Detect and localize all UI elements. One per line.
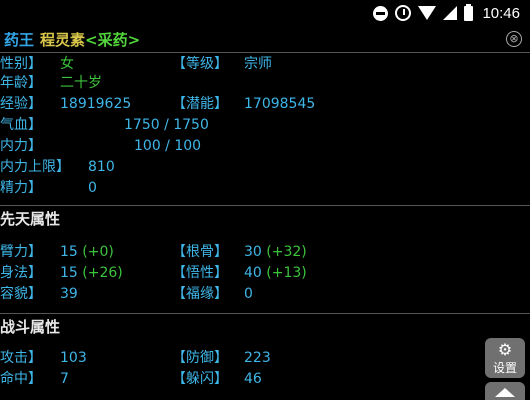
stat-row-str-con: 臂力】 15 (+0) 【根骨】 30 (+32) [0,242,530,262]
strength-label: 臂力】 [0,244,42,260]
status-time: 10:46 [482,4,520,22]
innate-attributes-header: 先天属性 [0,205,530,231]
dexterity-bonus: (+26) [82,265,123,281]
stat-row-hit-dodge: 命中】 7 【躲闪】 46 [0,369,530,389]
constitution-label: 【根骨】 [172,244,228,260]
signal-icon [443,6,458,20]
spirit-label: 精力】 [0,180,42,196]
potential-label: 【潜能】 [172,96,228,112]
character-rank: 药王 [4,30,35,49]
attack-value: 103 [60,350,87,366]
defense-value: 223 [244,350,271,366]
exp-value: 18919625 [60,96,132,112]
stat-row-gender-level: 性别】 女 【等级】 宗师 [0,54,530,74]
mp-value: 100 / 100 [134,138,202,154]
character-title-bar: 药王 程灵素<采药> ⊗ [0,26,530,53]
level-value: 宗师 [244,56,272,72]
level-label: 【等级】 [172,56,228,72]
potential-value: 17098545 [244,96,316,112]
stat-row-mp-max: 内力上限】 810 [0,157,530,177]
home-button[interactable] [485,382,525,400]
strength-value: 15 (+0) [60,244,114,260]
battery-icon [464,3,474,21]
strength-bonus: (+0) [82,244,114,260]
wifi-icon [418,6,437,20]
gender-value: 女 [60,56,74,72]
gender-label: 性别】 [0,56,42,72]
character-action: <采药> [85,30,141,49]
attack-label: 攻击】 [0,350,42,366]
spirit-value: 0 [88,180,97,196]
character-stats-panel: 性别】 女 【等级】 宗师 年龄】 二十岁 经验】 18919625 【潜能】 … [0,54,530,400]
hit-value: 7 [60,371,69,387]
stat-row-mp: 内力】 100 / 100 [0,136,530,156]
settings-button[interactable]: ⚙ 设置 [485,338,525,378]
age-value: 二十岁 [60,75,102,91]
settings-label: 设置 [492,361,517,375]
character-title: 药王 程灵素<采药> [0,29,140,50]
luck-label: 【福缘】 [172,286,228,302]
stat-row-exp-potential: 经验】 18919625 【潜能】 17098545 [0,94,530,114]
dexterity-label: 身法】 [0,265,42,281]
intelligence-bonus: (+13) [266,265,307,281]
dexterity-value: 15 (+26) [60,265,123,281]
gear-icon: ⚙ [497,340,513,359]
mp-max-value: 810 [88,159,115,175]
constitution-bonus: (+32) [266,244,307,260]
close-icon[interactable]: ⊗ [506,31,522,47]
stat-row-age: 年龄】 二十岁 [0,73,530,93]
stat-row-dex-int: 身法】 15 (+26) 【悟性】 40 (+13) [0,263,530,283]
intelligence-label: 【悟性】 [172,265,228,281]
exp-label: 经验】 [0,96,42,112]
do-not-disturb-icon [373,5,389,21]
age-label: 年龄】 [0,75,42,91]
stat-row-spirit: 精力】 0 [0,178,530,198]
luck-value: 0 [244,286,253,302]
mp-max-label: 内力上限】 [0,159,70,175]
character-name: 程灵素 [40,30,86,49]
status-bar: 10:46 [0,0,530,26]
combat-attributes-header: 战斗属性 [0,313,530,339]
looks-value: 39 [60,286,78,302]
dodge-value: 46 [244,371,262,387]
stat-row-looks-luck: 容貌】 39 【福缘】 0 [0,284,530,304]
looks-label: 容貌】 [0,286,42,302]
mp-label: 内力】 [0,138,42,154]
stat-row-hp: 气血】 1750 / 1750 [0,115,530,135]
hp-label: 气血】 [0,117,42,133]
intelligence-value: 40 (+13) [244,265,307,281]
stat-row-atk-def: 攻击】 103 【防御】 223 [0,348,530,368]
hit-label: 命中】 [0,371,42,387]
dodge-label: 【躲闪】 [172,371,228,387]
defense-label: 【防御】 [172,350,228,366]
constitution-value: 30 (+32) [244,244,307,260]
hp-value: 1750 / 1750 [124,117,209,133]
home-icon [495,388,515,397]
alarm-icon [395,5,412,21]
